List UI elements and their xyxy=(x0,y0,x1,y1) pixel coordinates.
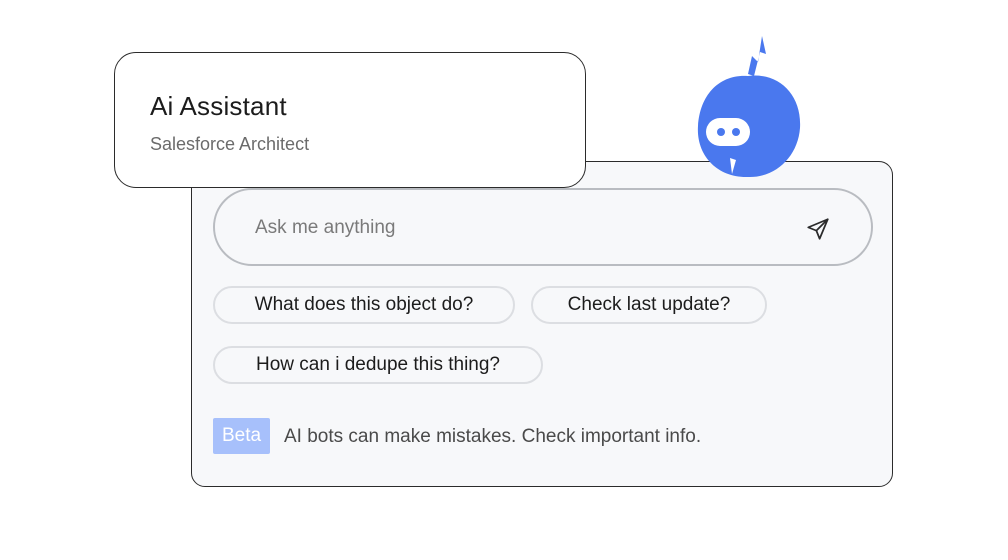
assistant-header-card: Ai Assistant Salesforce Architect xyxy=(114,52,586,188)
suggestion-chip-dedupe[interactable]: How can i dedupe this thing? xyxy=(213,346,543,384)
suggestion-chip-object[interactable]: What does this object do? xyxy=(213,286,515,324)
beta-badge: Beta xyxy=(213,418,270,454)
ask-box[interactable] xyxy=(213,188,873,266)
suggestion-chip-label: How can i dedupe this thing? xyxy=(256,354,500,375)
send-icon xyxy=(807,218,829,240)
suggestion-chip-last-update[interactable]: Check last update? xyxy=(531,286,767,324)
disclaimer-text: AI bots can make mistakes. Check importa… xyxy=(284,426,702,447)
chat-panel: What does this object do? Check last upd… xyxy=(191,161,893,487)
ai-assistant-widget: What does this object do? Check last upd… xyxy=(0,0,1008,560)
assistant-subtitle: Salesforce Architect xyxy=(150,134,310,154)
robot-mascot-icon xyxy=(697,36,801,178)
send-button[interactable] xyxy=(803,214,833,244)
suggestion-chip-label: What does this object do? xyxy=(254,294,474,315)
ask-input[interactable] xyxy=(253,210,777,246)
suggestion-chip-label: Check last update? xyxy=(567,294,731,315)
assistant-title: Ai Assistant xyxy=(150,91,287,121)
